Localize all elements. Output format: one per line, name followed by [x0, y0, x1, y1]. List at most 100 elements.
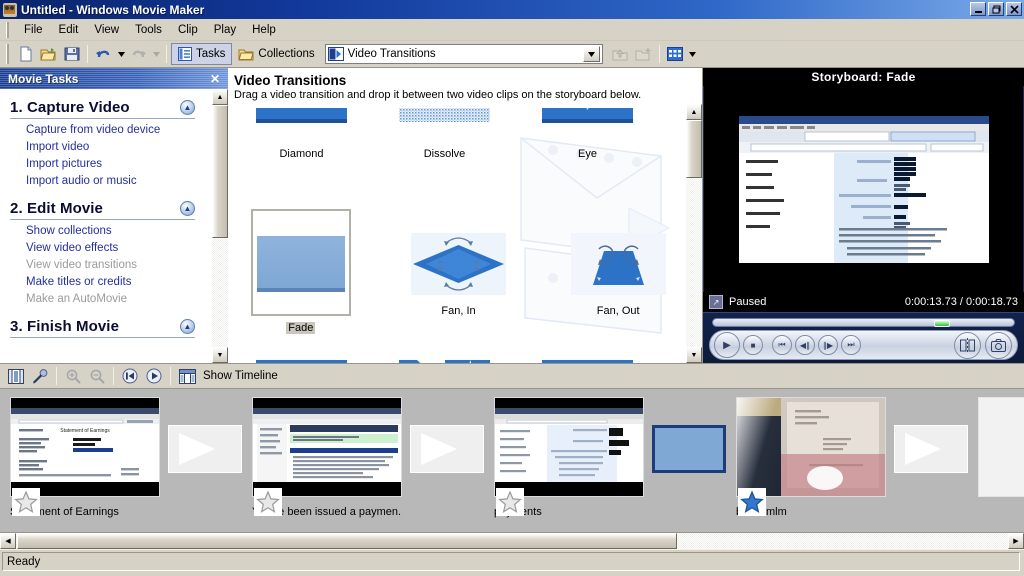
toolbar-grip[interactable]: [6, 44, 10, 64]
minimize-button[interactable]: [970, 2, 986, 16]
transition-slot-empty[interactable]: [168, 425, 242, 473]
transition-item-diamond[interactable]: Diamond: [232, 108, 371, 195]
transition-item-fade[interactable]: Fade: [232, 209, 370, 334]
menu-view[interactable]: View: [86, 22, 127, 38]
task-link-import-audio[interactable]: Import audio or music: [26, 175, 212, 187]
transition-item-next-2[interactable]: [375, 354, 514, 363]
main-toolbar: Tasks Collections Video Transitions: [0, 41, 1024, 68]
task-link-make-titles[interactable]: Make titles or credits: [26, 276, 212, 288]
scrollbar-thumb[interactable]: [212, 105, 228, 238]
scroll-up-arrow-icon[interactable]: ▲: [686, 104, 702, 120]
show-timeline-button[interactable]: [175, 365, 199, 387]
transition-slot-empty[interactable]: [894, 425, 968, 473]
task-link-import-pictures[interactable]: Import pictures: [26, 158, 212, 170]
menu-help[interactable]: Help: [244, 22, 284, 38]
storyboard-clip[interactable]: You've been issued a paymen...: [252, 397, 402, 518]
transitions-grid: Diamond Dissolve Eye Fade Fan, In Fan, O…: [228, 108, 687, 363]
views-button[interactable]: [664, 43, 687, 65]
chevron-up-icon[interactable]: ▲: [180, 201, 195, 216]
preview-stage[interactable]: [703, 86, 1024, 292]
new-collection-button[interactable]: [632, 43, 655, 65]
redo-dropdown[interactable]: [150, 43, 162, 65]
task-link-show-collections[interactable]: Show collections: [26, 225, 212, 237]
storyboard-clip[interactable]: Statement of Earnings Statement of Earni…: [10, 397, 160, 518]
scroll-up-arrow-icon[interactable]: ▲: [212, 89, 228, 105]
seek-thumb[interactable]: [934, 320, 950, 327]
redo-button[interactable]: [127, 43, 150, 65]
task-group-edit-movie[interactable]: 2. Edit Movie ▲: [10, 200, 195, 220]
rewind-storyboard-button[interactable]: [118, 365, 142, 387]
menu-file[interactable]: File: [16, 22, 51, 38]
play-button[interactable]: ▶: [714, 332, 740, 358]
up-one-level-button[interactable]: [609, 43, 632, 65]
task-link-view-video-effects[interactable]: View video effects: [26, 242, 212, 254]
split-clip-button[interactable]: [954, 332, 981, 359]
movie-tasks-header: Movie Tasks ✕: [0, 68, 228, 89]
chevron-up-icon[interactable]: ▲: [180, 100, 195, 115]
skip-forward-button[interactable]: ⏭: [841, 335, 861, 355]
new-project-button[interactable]: [14, 43, 37, 65]
open-project-button[interactable]: [37, 43, 60, 65]
transition-slot-fade-selected[interactable]: [652, 425, 726, 473]
transitions-scrollbar[interactable]: ▲ ▼: [686, 104, 702, 363]
menu-edit[interactable]: Edit: [51, 22, 87, 38]
scroll-right-arrow-icon[interactable]: ▶: [1008, 533, 1024, 549]
undo-dropdown[interactable]: [115, 43, 127, 65]
scroll-down-arrow-icon[interactable]: ▼: [686, 347, 702, 363]
menu-clip[interactable]: Clip: [170, 22, 206, 38]
skip-back-button[interactable]: ⏮: [772, 335, 792, 355]
window-title: Untitled - Windows Movie Maker: [21, 2, 205, 17]
close-button[interactable]: [1006, 2, 1022, 16]
transition-item-next-1[interactable]: [232, 354, 371, 363]
narrate-timeline-button[interactable]: [28, 365, 52, 387]
storyboard-strip[interactable]: Statement of Earnings Statement of Earni…: [0, 389, 1024, 532]
task-link-capture-device[interactable]: Capture from video device: [26, 124, 212, 136]
collection-combobox-arrow[interactable]: [582, 46, 600, 62]
storyboard-view-button[interactable]: [4, 365, 28, 387]
storyboard-horizontal-scrollbar[interactable]: ◀ ▶: [0, 532, 1024, 549]
expand-icon[interactable]: ↗: [709, 295, 723, 309]
transition-slot-empty[interactable]: [410, 425, 484, 473]
views-dropdown[interactable]: [687, 43, 699, 65]
play-storyboard-button[interactable]: [142, 365, 166, 387]
stop-button[interactable]: ■: [743, 335, 763, 355]
step-forward-button[interactable]: ∥▶: [818, 335, 838, 355]
close-tasks-pane-icon[interactable]: ✕: [207, 72, 223, 86]
transition-label: Diamond: [279, 148, 324, 160]
scroll-down-arrow-icon[interactable]: ▼: [212, 347, 228, 363]
seek-bar[interactable]: [712, 318, 1015, 327]
menu-grip[interactable]: [6, 21, 10, 38]
chevron-up-icon[interactable]: ▲: [180, 319, 195, 334]
task-group-finish-movie[interactable]: 3. Finish Movie ▲: [10, 318, 195, 338]
clip-thumbnail: [736, 397, 886, 497]
take-picture-button[interactable]: [985, 332, 1012, 359]
scrollbar-thumb[interactable]: [686, 120, 702, 178]
storyboard-clip[interactable]: bukanmlm: [736, 397, 886, 518]
zoom-in-button[interactable]: [61, 365, 85, 387]
clip-thumbnail: [252, 397, 402, 497]
hscrollbar-thumb[interactable]: [17, 533, 677, 549]
collection-combobox[interactable]: Video Transitions: [324, 44, 603, 64]
transition-item-fan-out[interactable]: Fan, Out: [549, 209, 687, 334]
save-project-button[interactable]: [60, 43, 83, 65]
task-group-capture-video[interactable]: 1. Capture Video ▲: [10, 99, 195, 119]
menu-play[interactable]: Play: [206, 22, 244, 38]
tasks-button[interactable]: Tasks: [171, 43, 233, 65]
tasks-pane-scrollbar[interactable]: ▲ ▼: [212, 89, 228, 363]
task-link-import-video[interactable]: Import video: [26, 141, 212, 153]
scroll-left-arrow-icon[interactable]: ◀: [0, 533, 16, 549]
transition-item-fan-in[interactable]: Fan, In: [390, 209, 528, 334]
transition-item-next-3[interactable]: [518, 354, 657, 363]
undo-button[interactable]: [92, 43, 115, 65]
step-back-button[interactable]: ◀∥: [795, 335, 815, 355]
menu-tools[interactable]: Tools: [127, 22, 170, 38]
transition-item-dissolve[interactable]: Dissolve: [375, 108, 514, 195]
zoom-out-button[interactable]: [85, 365, 109, 387]
transitions-row: [228, 354, 687, 363]
transitions-header: Video Transitions Drag a video transitio…: [228, 68, 702, 103]
storyboard-empty-slot[interactable]: [978, 397, 1024, 497]
transition-item-eye[interactable]: Eye: [518, 108, 657, 195]
restore-button[interactable]: [988, 2, 1004, 16]
collections-button[interactable]: Collections: [232, 43, 320, 65]
storyboard-clip[interactable]: payments: [494, 397, 644, 518]
